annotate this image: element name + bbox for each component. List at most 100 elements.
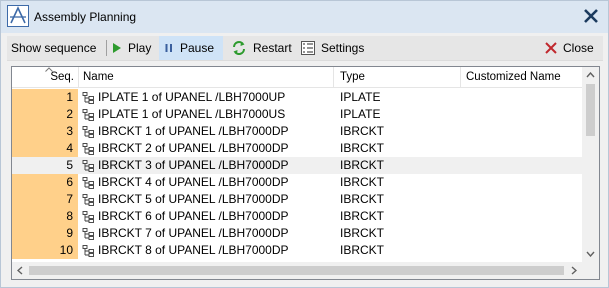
type-cell: IBRCKT: [340, 158, 385, 172]
title-bar: Assembly Planning: [1, 1, 608, 33]
scroll-up-arrow-icon[interactable]: [586, 72, 595, 78]
type-cell: IBRCKT: [340, 192, 385, 206]
scroll-down-arrow-icon[interactable]: [586, 251, 595, 257]
close-label: Close: [563, 41, 594, 55]
close-icon: [545, 42, 557, 54]
settings-label: Settings: [321, 41, 365, 55]
name-text: IBRCKT 8 of UPANEL /LBH7000DP: [98, 243, 289, 257]
name-cell: IBRCKT 4 of UPANEL /LBH7000DP: [82, 174, 289, 191]
restart-button[interactable]: Restart: [231, 36, 292, 60]
horizontal-scroll-thumb[interactable]: [29, 266, 564, 275]
close-x-icon[interactable]: [582, 7, 600, 25]
show-sequence-button[interactable]: Show sequence: [11, 36, 96, 60]
name-text: IBRCKT 6 of UPANEL /LBH7000DP: [98, 209, 289, 223]
sequence-cell: 7: [12, 191, 78, 208]
table-row[interactable]: 1 IPLATE 1 of UPANEL /LBH7000UP IPLATE: [12, 89, 586, 106]
type-cell: IBRCKT: [340, 209, 385, 223]
table-row[interactable]: 3 IBRCKT 1 of UPANEL /LBH7000DP IBRCKT: [12, 123, 586, 140]
scroll-left-arrow-icon[interactable]: [17, 266, 23, 275]
name-text: IBRCKT 3 of UPANEL /LBH7000DP: [98, 158, 289, 172]
sequence-cell: 3: [12, 123, 78, 140]
name-text: IPLATE 1 of UPANEL /LBH7000UP: [98, 90, 286, 104]
name-text: IBRCKT 5 of UPANEL /LBH7000DP: [98, 192, 289, 206]
scroll-right-arrow-icon[interactable]: [571, 266, 577, 275]
pause-label: Pause: [180, 41, 215, 55]
name-cell: IBRCKT 6 of UPANEL /LBH7000DP: [82, 208, 289, 225]
sequence-cell: 10: [12, 242, 78, 259]
type-cell: IPLATE: [340, 90, 381, 104]
hierarchy-icon: [82, 91, 94, 104]
table-row[interactable]: 8 IBRCKT 6 of UPANEL /LBH7000DP IBRCKT: [12, 208, 586, 225]
scrollbar-corner: [582, 262, 599, 279]
sequence-cell: 6: [12, 174, 78, 191]
table-row[interactable]: 9 IBRCKT 7 of UPANEL /LBH7000DP IBRCKT: [12, 225, 586, 242]
table-row[interactable]: 5 IBRCKT 3 of UPANEL /LBH7000DP IBRCKT: [12, 157, 586, 174]
show-sequence-label: Show sequence: [11, 41, 97, 55]
column-header-customized-name[interactable]: Customized Name: [466, 67, 561, 87]
close-button[interactable]: Close: [545, 36, 594, 60]
toolbar: Show sequence Play Pause Restart Setting…: [7, 36, 603, 61]
name-cell: IBRCKT 8 of UPANEL /LBH7000DP: [82, 242, 289, 259]
hierarchy-icon: [82, 210, 94, 223]
table-row[interactable]: 4 IBRCKT 2 of UPANEL /LBH7000DP IBRCKT: [12, 140, 586, 157]
sequence-cell: 4: [12, 140, 78, 157]
column-header-type[interactable]: Type: [340, 67, 365, 87]
play-label: Play: [128, 41, 152, 55]
type-cell: IBRCKT: [340, 175, 385, 189]
name-text: IBRCKT 1 of UPANEL /LBH7000DP: [98, 124, 289, 138]
sequence-cell: 5: [66, 158, 73, 172]
name-text: IBRCKT 7 of UPANEL /LBH7000DP: [98, 226, 289, 240]
type-cell: IBRCKT: [340, 243, 385, 257]
hierarchy-icon: [82, 193, 94, 206]
pause-icon: [165, 44, 172, 52]
window-title: Assembly Planning: [34, 10, 137, 24]
assembly-planning-window: Assembly Planning Show sequence Play Pau…: [0, 0, 609, 288]
name-text: IPLATE 1 of UPANEL /LBH7000US: [98, 107, 286, 121]
table-header: Seq. Name Type Customized Name: [12, 67, 586, 88]
restart-icon: [233, 41, 245, 55]
name-cell: IBRCKT 3 of UPANEL /LBH7000DP: [82, 157, 289, 174]
type-cell: IBRCKT: [340, 226, 385, 240]
sequence-cell: 2: [12, 106, 78, 123]
name-cell: IPLATE 1 of UPANEL /LBH7000US: [82, 106, 285, 123]
column-header-seq[interactable]: Seq.: [12, 67, 74, 87]
column-header-name[interactable]: Name: [83, 67, 114, 87]
restart-label: Restart: [253, 41, 292, 55]
hierarchy-icon: [82, 125, 94, 138]
assembly-sequence-table: Seq. Name Type Customized Name 1 IPLATE 1…: [11, 66, 600, 280]
table-row[interactable]: 2 IPLATE 1 of UPANEL /LBH7000US IPLATE: [12, 106, 586, 123]
column-divider[interactable]: [333, 67, 334, 87]
hierarchy-icon: [82, 142, 94, 155]
name-cell: IBRCKT 1 of UPANEL /LBH7000DP: [82, 123, 289, 140]
settings-button[interactable]: Settings: [301, 36, 364, 60]
sequence-cell: 1: [12, 89, 78, 106]
name-cell: IBRCKT 2 of UPANEL /LBH7000DP: [82, 140, 289, 157]
type-cell: IBRCKT: [340, 141, 385, 155]
type-cell: IPLATE: [340, 107, 381, 121]
vertical-scrollbar[interactable]: [582, 67, 599, 262]
hierarchy-icon: [82, 244, 94, 257]
sequence-cell: 9: [12, 225, 78, 242]
toolbar-separator: [106, 40, 107, 56]
column-divider[interactable]: [78, 67, 79, 87]
type-cell: IBRCKT: [340, 124, 385, 138]
settings-icon: [301, 41, 315, 55]
table-row[interactable]: 7 IBRCKT 5 of UPANEL /LBH7000DP IBRCKT: [12, 191, 586, 208]
play-button[interactable]: Play: [112, 36, 151, 60]
horizontal-scrollbar[interactable]: [12, 262, 582, 279]
table-row[interactable]: 6 IBRCKT 4 of UPANEL /LBH7000DP IBRCKT: [12, 174, 586, 191]
hierarchy-icon: [82, 176, 94, 189]
name-cell: IPLATE 1 of UPANEL /LBH7000UP: [82, 89, 285, 106]
hierarchy-icon: [82, 108, 94, 121]
pause-button[interactable]: Pause: [159, 36, 223, 60]
name-text: IBRCKT 4 of UPANEL /LBH7000DP: [98, 175, 289, 189]
sequence-cell: 8: [12, 208, 78, 225]
vertical-scroll-thumb[interactable]: [586, 84, 595, 136]
name-cell: IBRCKT 7 of UPANEL /LBH7000DP: [82, 225, 289, 242]
hierarchy-icon: [82, 227, 94, 240]
column-divider[interactable]: [460, 67, 461, 87]
name-cell: IBRCKT 5 of UPANEL /LBH7000DP: [82, 191, 289, 208]
app-logo-icon: [7, 5, 29, 27]
name-text: IBRCKT 2 of UPANEL /LBH7000DP: [98, 141, 289, 155]
table-row[interactable]: 10 IBRCKT 8 of UPANEL /LBH7000DP IBRCKT: [12, 242, 586, 259]
